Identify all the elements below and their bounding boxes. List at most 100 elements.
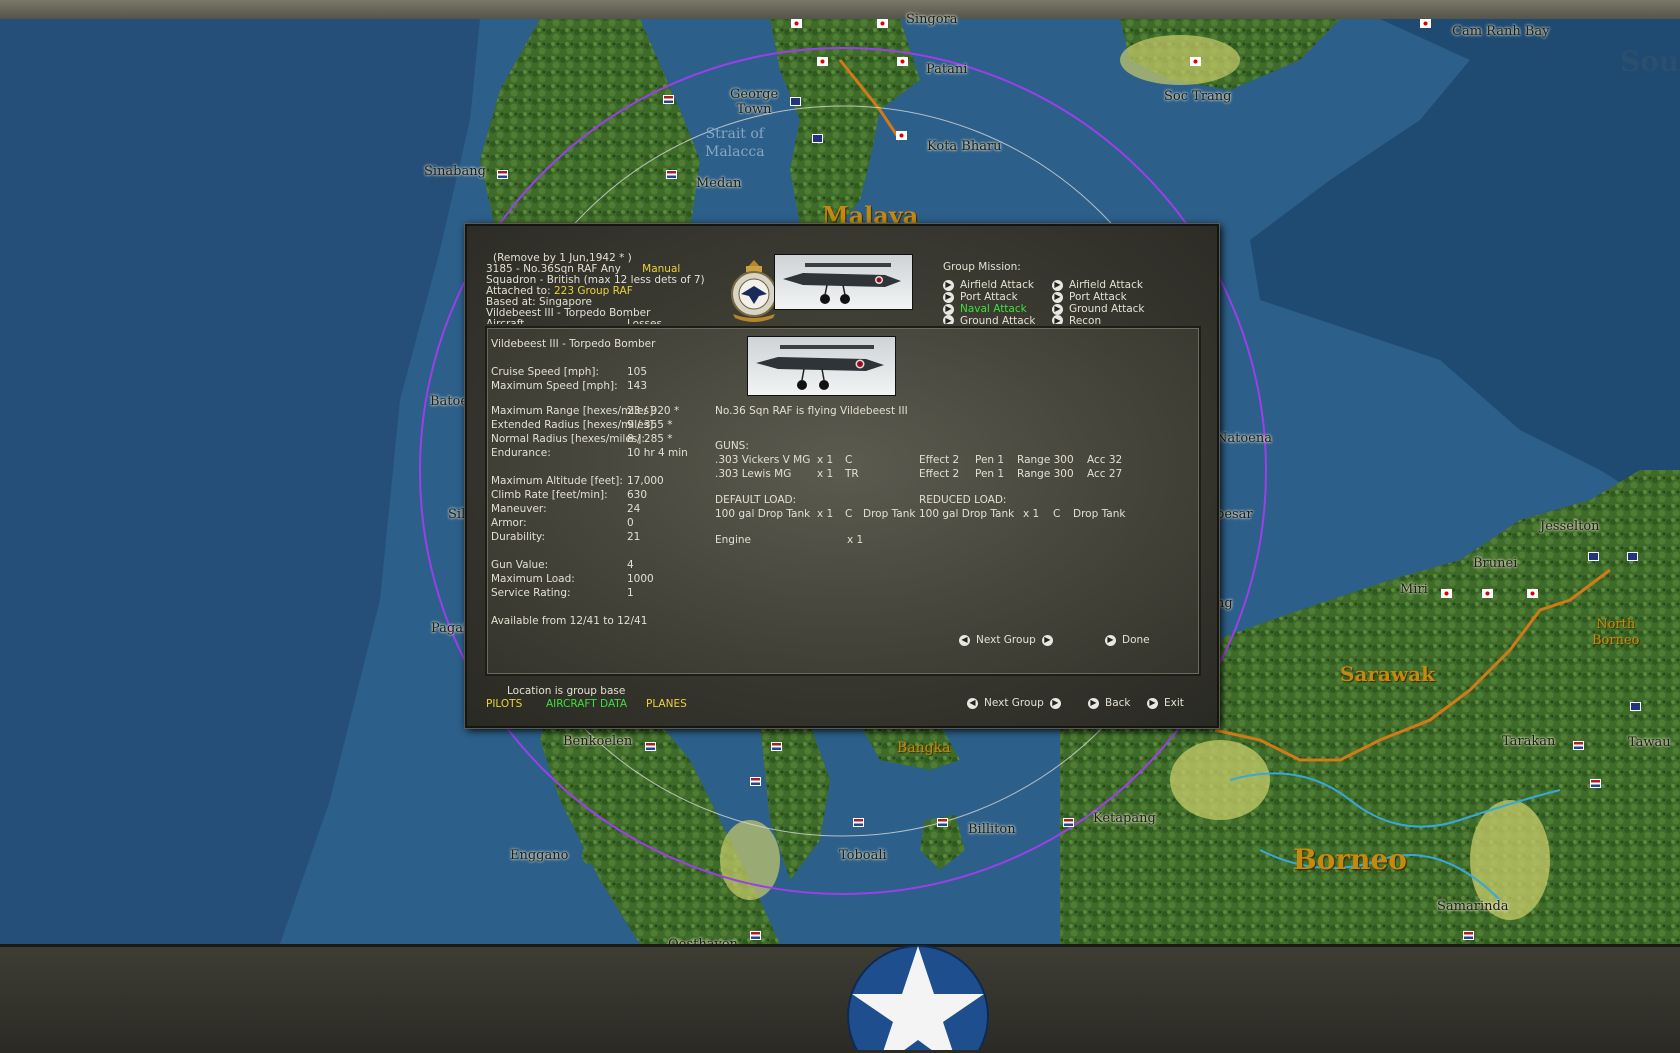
base-flag-dutch[interactable] (497, 170, 508, 179)
spec-label: Armor: (491, 517, 527, 529)
base-flag-allied[interactable] (812, 134, 823, 143)
base-flag-dutch[interactable] (1063, 818, 1074, 827)
spec-label: Normal Radius [hexes/miles]: (491, 433, 645, 445)
spec-title: Vildebeest III - Torpedo Bomber (491, 338, 656, 350)
bottom-command-bar (0, 944, 1680, 1053)
map-label-toboali: Toboali (839, 848, 887, 863)
map-label-jesselton: Jesselton (1540, 519, 1600, 534)
spec-value: 21 (627, 531, 641, 543)
arrow-right-icon: ▶ (1105, 634, 1116, 646)
aircraft-data-tab[interactable]: AIRCRAFT DATA (546, 698, 627, 710)
base-flag-dutch[interactable] (750, 777, 761, 786)
mission-left-ground-attack[interactable]: ▶ Ground Attack (943, 315, 1035, 324)
arrow-right-icon: ▶ (1049, 697, 1061, 709)
map-label-sinabang: Sinabang (424, 164, 486, 179)
mission-right-ground-attack[interactable]: ▶ Ground Attack (1052, 303, 1144, 315)
map-label-soc-trang: Soc Trang (1164, 89, 1232, 104)
map-label-besar: besar (1216, 507, 1253, 522)
mission-left-naval-attack-selected[interactable]: ▶ Naval Attack (943, 303, 1027, 315)
base-flag-allied[interactable] (1630, 702, 1641, 711)
spec-value: 17,000 (627, 475, 664, 487)
map-label-singora: Singora (906, 12, 958, 27)
spec-label: Climb Rate [feet/min]: (491, 489, 608, 501)
map-label-billiton: Billiton (968, 822, 1016, 837)
gun-name: .303 Vickers V MG (715, 454, 811, 466)
base-flag-dutch[interactable] (663, 95, 674, 104)
base-flag-japan[interactable] (817, 57, 828, 66)
base-flag-japan[interactable] (1482, 589, 1493, 598)
base-flag-dutch[interactable] (1573, 741, 1584, 750)
base-flag-japan[interactable] (1420, 19, 1431, 28)
base-flag-dutch[interactable] (645, 742, 656, 751)
base-flag-japan[interactable] (791, 19, 802, 28)
default-load-count: x 1 (817, 508, 834, 520)
reduced-load-count: x 1 (1023, 508, 1040, 520)
base-flag-japan[interactable] (1527, 589, 1538, 598)
arrow-right-icon: ▶ (943, 279, 954, 291)
biplane-icon (756, 345, 884, 390)
map-label-batoe: Batoe (430, 394, 469, 409)
base-flag-dutch[interactable] (771, 742, 782, 751)
map-label-borneo: Borneo (1293, 843, 1407, 876)
map-label-medan: Medan (696, 176, 742, 191)
pilots-tab[interactable]: PILOTS (486, 698, 522, 710)
next-group-label: Next Group (984, 697, 1044, 709)
spec-value: 105 (627, 366, 648, 378)
spec-label: Maneuver: (491, 503, 547, 515)
base-flag-dutch[interactable] (937, 818, 948, 827)
base-flag-dutch[interactable] (750, 931, 761, 940)
exit-button[interactable]: ▶ Exit (1147, 697, 1184, 709)
base-flag-japan[interactable] (1441, 589, 1452, 598)
reduced-load-facing: C (1053, 508, 1061, 520)
mission-left-port-attack[interactable]: ▶ Port Attack (943, 291, 1018, 303)
spec-value: 0 (627, 517, 634, 529)
map-label-brunei: Brunei (1473, 556, 1518, 571)
map-label-pagai: Pagai (431, 621, 468, 636)
base-flag-allied[interactable] (1588, 552, 1599, 561)
map-label-kota-bharu: Kota Bharu (927, 139, 1002, 154)
mission-right-recon[interactable]: ▶ Recon (1052, 315, 1101, 324)
mission-label: Airfield Attack (960, 279, 1034, 291)
base-flag-dutch[interactable] (853, 818, 864, 827)
gun-count: x 1 (817, 454, 834, 466)
base-flag-japan[interactable] (877, 19, 888, 28)
aircraft-picture (747, 336, 896, 396)
gun-accuracy: Acc 32 (1087, 454, 1123, 466)
next-group-button[interactable]: ◀ Next Group ▶ (967, 697, 1061, 709)
map-label-miri: Miri (1400, 582, 1428, 597)
map-label-george-town: George Town (730, 87, 779, 117)
mission-right-port-attack[interactable]: ▶ Port Attack (1052, 291, 1127, 303)
gun-facing: TR (845, 468, 859, 480)
done-button[interactable]: ▶ Done (1105, 634, 1150, 646)
availability-text: Available from 12/41 to 12/41 (491, 615, 648, 627)
planes-tab[interactable]: PLANES (646, 698, 687, 710)
default-load-type: Drop Tank (863, 508, 916, 520)
guns-title: GUNS: (715, 440, 749, 452)
spec-label: Gun Value: (491, 559, 549, 571)
spec-label: Endurance: (491, 447, 551, 459)
usa-roundel-icon[interactable] (846, 944, 990, 1050)
gun-pen: Pen 1 (975, 454, 1005, 466)
engine-label: Engine (715, 534, 751, 546)
default-load-facing: C (845, 508, 853, 520)
engine-count: x 1 (847, 534, 864, 546)
gun-effect: Effect 2 (919, 468, 960, 480)
mission-left-airfield-attack[interactable]: ▶ Airfield Attack (943, 279, 1034, 291)
base-flag-dutch[interactable] (1463, 931, 1474, 940)
base-flag-dutch[interactable] (1590, 779, 1601, 788)
base-flag-allied[interactable] (790, 97, 801, 106)
biplane-icon (783, 263, 901, 304)
base-flag-dutch[interactable] (666, 170, 677, 179)
map-label-cam-ranh-bay: Cam Ranh Bay (1452, 24, 1550, 39)
inner-next-group-button[interactable]: ◀ Next Group ▶ (959, 634, 1053, 646)
spec-value: 630 (627, 489, 648, 501)
base-flag-japan[interactable] (897, 57, 908, 66)
base-flag-japan[interactable] (1190, 57, 1201, 66)
base-flag-allied[interactable] (1627, 552, 1638, 561)
base-flag-japan[interactable] (896, 131, 907, 140)
map-label-ketapang: Ketapang (1093, 811, 1156, 826)
map-label-north-borneo: North Borneo (1592, 617, 1640, 648)
back-button[interactable]: ▶ Back (1088, 697, 1131, 709)
map-label-enggano: Enggano (510, 848, 569, 863)
mission-right-airfield-attack[interactable]: ▶ Airfield Attack (1052, 279, 1143, 291)
